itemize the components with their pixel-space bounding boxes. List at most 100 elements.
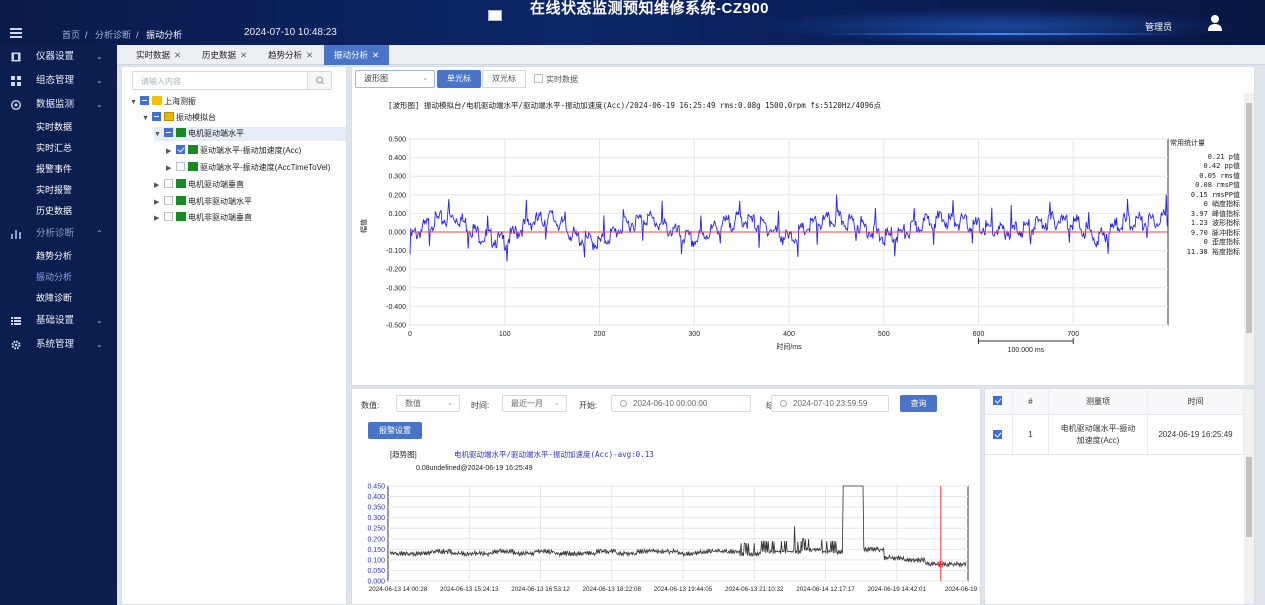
single-cursor-button[interactable]: 单光标 [437,70,481,88]
alarm-settings-button[interactable]: 报警设置 [368,422,422,439]
tree-node-root[interactable]: ▼ 上海测振 [130,95,196,109]
tab-trend[interactable]: 趋势分析 ✕ [268,45,313,65]
sidebar-item-vibration[interactable]: 振动分析 [0,267,117,288]
tree-node-point-dh[interactable]: ▼ 电机驱动端水平 [154,127,346,141]
double-cursor-button[interactable]: 双光标 [482,70,526,88]
user-icon[interactable] [1207,14,1223,32]
breadcrumb-current: 振动分析 [146,30,183,40]
tree-node-label: 振动模拟台 [176,113,216,122]
breadcrumb: 首页 / 分析诊断 / 振动分析 [62,30,183,40]
page-title: 在线状态监测预知维修系统-CZ900 [530,0,770,17]
close-icon[interactable]: ✕ [372,50,379,60]
sidebar-item-summary[interactable]: 实时汇总 [0,138,117,159]
tree-node-point-ndh[interactable]: ▶ 电机非驱动端水平 [154,195,252,209]
time-label: 时间: [471,401,490,410]
sidebar-group-analysis[interactable]: 分析诊断 ⌃ [0,222,117,246]
trend-chart[interactable]: 0.450 0.400 0.350 0.300 0.250 0.200 0.150 0.100… [352,477,981,605]
tree-node-point-ndv[interactable]: ▶ 电机非驱动端垂直 [154,211,252,225]
tree-node-acc[interactable]: ▶ 驱动端水平-振动加速度(Acc) [166,144,301,158]
realtime-label: 实时数据 [546,75,578,84]
sidebar-item-trend[interactable]: 趋势分析 [0,246,117,267]
caret-down-icon[interactable]: ▼ [142,112,152,126]
stat-rmspp: 0.15 rmsPP值 [1190,190,1240,199]
sidebar-item-diagnosis[interactable]: 故障诊断 [0,288,117,309]
tab-history[interactable]: 历史数据 ✕ [202,45,247,65]
tab-label: 实时数据 [136,50,171,60]
scroll-thumb[interactable] [1246,103,1252,333]
caret-right-icon[interactable]: ▶ [154,212,164,226]
end-date-input[interactable]: 2024-07-10 23:59:59 [771,395,889,412]
tree-node-label: 电机非驱动端垂直 [188,213,252,222]
row-item: 电机驱动端水平-振动加速度(Acc) [1049,415,1148,455]
query-button[interactable]: 查询 [900,395,937,412]
sidebar-group-config[interactable]: 组态管理 ⌄ [0,69,117,93]
tree-checkbox[interactable] [164,128,173,137]
y-tick-label: 0.350 [367,505,385,512]
x-tick-label: 600 [973,331,985,338]
tree-checkbox[interactable] [152,112,161,121]
tree-node-point-dv[interactable]: ▶ 电机驱动端垂直 [154,178,244,192]
checkbox[interactable] [534,74,543,83]
close-icon[interactable]: ✕ [306,50,313,60]
row-checkbox[interactable] [992,430,1002,439]
stats-title: 常用统计量 [1170,139,1205,147]
tree-checkbox[interactable] [164,179,173,188]
tree-checkbox[interactable] [164,196,173,205]
caret-down-icon[interactable]: ▼ [130,96,140,110]
search-button[interactable] [307,72,331,89]
caret-right-icon[interactable]: ▶ [154,179,164,193]
table-scrollbar[interactable] [1244,389,1254,604]
user-name[interactable]: 管理员 [1145,20,1172,33]
sidebar-group-system[interactable]: 系统管理 ⌄ [0,333,117,357]
caret-right-icon[interactable]: ▶ [154,196,164,210]
sidebar-item-realtime-alarm[interactable]: 实时报警 [0,180,117,201]
tree-checkbox[interactable] [176,162,185,171]
tree-node-label: 电机驱动端水平 [188,129,244,138]
sidebar-group-basic[interactable]: 基础设置 ⌄ [0,309,117,333]
select-all-cell[interactable] [985,389,1013,415]
sidebar-group-label: 分析诊断 [36,228,75,239]
caret-right-icon[interactable]: ▶ [166,145,176,159]
data-select-value: 数值 [405,399,421,408]
tree-node-device[interactable]: ▼ 振动模拟台 [142,111,216,125]
y-tick-label: -0.200 [386,267,406,274]
scroll-thumb[interactable] [1246,457,1252,537]
start-date-input[interactable]: 2024-06-10 00:00:00 [611,395,751,412]
waveform-chart[interactable]: 0 100 200 300 400 500 600 700 0.500 0.400 0.300 0.2… [352,127,1244,357]
y-tick-label: 0.050 [367,568,385,575]
select-all-checkbox[interactable] [992,396,1002,405]
caret-down-icon[interactable]: ▼ [154,128,164,142]
breadcrumb-analysis[interactable]: 分析诊断 [95,30,131,40]
chart-type-select[interactable]: 波形图 ⌄ [355,70,435,88]
tree-checkbox[interactable] [140,96,149,105]
tree-checkbox[interactable] [164,212,173,221]
sidebar-group-monitor[interactable]: 数据监测 ⌄ [0,93,117,117]
y-tick-label: 0.150 [367,547,385,554]
chevron-up-icon: ⌃ [96,229,103,238]
waveform-scrollbar[interactable] [1244,93,1254,385]
close-icon[interactable]: ✕ [174,50,181,60]
sidebar-item-history[interactable]: 历史数据 [0,201,117,222]
row-checkbox-cell[interactable] [985,415,1013,455]
row-time: 2024-06-19 16:25:49 [1148,415,1244,455]
data-select[interactable]: 数值 ⌄ [396,395,460,412]
sensor-icon [176,128,186,137]
top-header: 首页 / 分析诊断 / 振动分析 2024-07-10 10:48:23 在线状态监… [0,0,1265,45]
tab-vibration[interactable]: 振动分析 ✕ [324,45,390,65]
time-select[interactable]: 最近一月 ⌄ [502,395,567,412]
y-tick-label: 0.450 [367,484,385,491]
search-input[interactable]: 请输入内容 [141,76,181,87]
breadcrumb-home[interactable]: 首页 [62,30,80,40]
realtime-checkbox[interactable]: 实时数据 [534,74,578,85]
tree-search[interactable]: 请输入内容 [132,71,332,90]
menu-toggle-icon[interactable] [10,28,22,38]
close-icon[interactable]: ✕ [240,50,247,60]
start-date-value: 2024-06-10 00:00:00 [633,399,708,408]
tab-realtime[interactable]: 实时数据 ✕ [136,45,181,65]
sidebar-item-realtime[interactable]: 实时数据 [0,117,117,138]
sidebar-group-instrument[interactable]: 仪器设置 ⌄ [0,45,117,69]
tree-checkbox[interactable] [176,145,185,154]
tree-node-vel[interactable]: ▶ 驱动端水平-振动速度(AccTimeToVel) [166,161,330,175]
caret-right-icon[interactable]: ▶ [166,162,176,176]
sidebar-item-alarm-events[interactable]: 报警事件 [0,159,117,180]
